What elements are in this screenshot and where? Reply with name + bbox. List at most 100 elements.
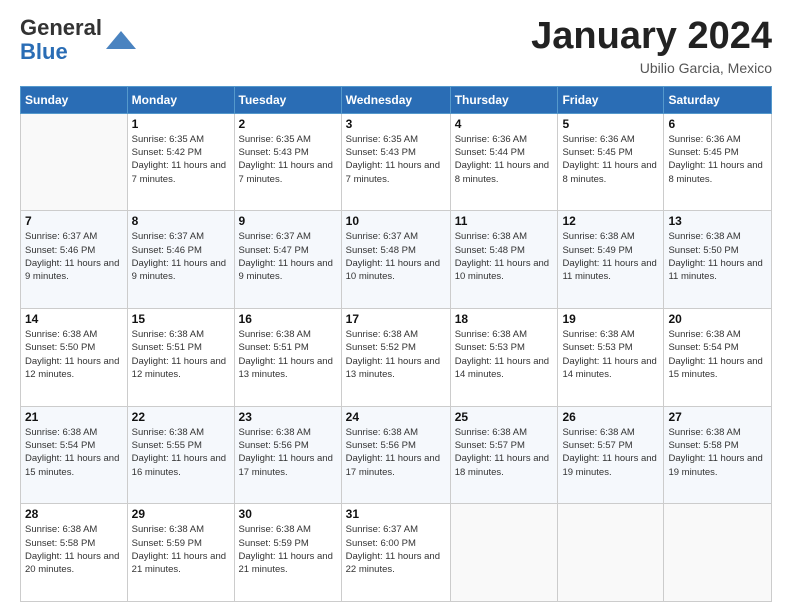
day-number: 4 bbox=[455, 117, 554, 131]
day-info: Sunrise: 6:38 AMSunset: 5:51 PMDaylight:… bbox=[239, 328, 337, 381]
header: General Blue January 2024 Ubilio Garcia,… bbox=[20, 16, 772, 76]
table-row: 27Sunrise: 6:38 AMSunset: 5:58 PMDayligh… bbox=[664, 406, 772, 504]
day-info: Sunrise: 6:35 AMSunset: 5:43 PMDaylight:… bbox=[346, 133, 446, 186]
day-info: Sunrise: 6:38 AMSunset: 5:53 PMDaylight:… bbox=[455, 328, 554, 381]
day-number: 30 bbox=[239, 507, 337, 521]
logo-general: General bbox=[20, 15, 102, 40]
day-info: Sunrise: 6:38 AMSunset: 5:59 PMDaylight:… bbox=[132, 523, 230, 576]
day-info: Sunrise: 6:38 AMSunset: 5:58 PMDaylight:… bbox=[25, 523, 123, 576]
table-row: 24Sunrise: 6:38 AMSunset: 5:56 PMDayligh… bbox=[341, 406, 450, 504]
table-row: 13 Sunrise: 6:38 AMSunset: 5:50 PMDayligh… bbox=[664, 211, 772, 309]
page: General Blue January 2024 Ubilio Garcia,… bbox=[0, 0, 792, 612]
day-number: 6 bbox=[668, 117, 767, 131]
logo: General Blue bbox=[20, 16, 136, 64]
table-row: 4Sunrise: 6:36 AMSunset: 5:44 PMDaylight… bbox=[450, 113, 558, 211]
table-row: 3 Sunrise: 6:35 AMSunset: 5:43 PMDaylight… bbox=[341, 113, 450, 211]
calendar-week-row: 1Sunrise: 6:35 AMSunset: 5:42 PMDaylight… bbox=[21, 113, 772, 211]
table-row: 25 Sunrise: 6:38 AMSunset: 5:57 PMDayligh… bbox=[450, 406, 558, 504]
calendar-week-row: 28 Sunrise: 6:38 AMSunset: 5:58 PMDayligh… bbox=[21, 504, 772, 602]
logo-icon bbox=[106, 31, 136, 49]
table-row: 26 Sunrise: 6:38 AMSunset: 5:57 PMDayligh… bbox=[558, 406, 664, 504]
day-number: 31 bbox=[346, 507, 446, 521]
calendar-week-row: 7Sunrise: 6:37 AMSunset: 5:46 PMDaylight… bbox=[21, 211, 772, 309]
logo-blue: Blue bbox=[20, 39, 68, 64]
table-row: 28 Sunrise: 6:38 AMSunset: 5:58 PMDayligh… bbox=[21, 504, 128, 602]
day-number: 17 bbox=[346, 312, 446, 326]
day-info: Sunrise: 6:38 AMSunset: 5:59 PMDaylight:… bbox=[239, 523, 337, 576]
day-number: 16 bbox=[239, 312, 337, 326]
day-number: 26 bbox=[562, 410, 659, 424]
col-saturday: Saturday bbox=[664, 86, 772, 113]
day-info: Sunrise: 6:38 AMSunset: 5:54 PMDaylight:… bbox=[25, 426, 123, 479]
day-info: Sunrise: 6:38 AMSunset: 5:48 PMDaylight:… bbox=[455, 230, 554, 283]
day-number: 15 bbox=[132, 312, 230, 326]
col-sunday: Sunday bbox=[21, 86, 128, 113]
table-row: 23 Sunrise: 6:38 AMSunset: 5:56 PMDayligh… bbox=[234, 406, 341, 504]
day-info: Sunrise: 6:38 AMSunset: 5:57 PMDaylight:… bbox=[562, 426, 659, 479]
day-number: 5 bbox=[562, 117, 659, 131]
calendar-header-row: Sunday Monday Tuesday Wednesday Thursday… bbox=[21, 86, 772, 113]
day-info: Sunrise: 6:37 AMSunset: 5:47 PMDaylight:… bbox=[239, 230, 337, 283]
table-row: 31 Sunrise: 6:37 AMSunset: 6:00 PMDayligh… bbox=[341, 504, 450, 602]
day-info: Sunrise: 6:38 AMSunset: 5:58 PMDaylight:… bbox=[668, 426, 767, 479]
day-number: 14 bbox=[25, 312, 123, 326]
day-number: 8 bbox=[132, 214, 230, 228]
day-info: Sunrise: 6:38 AMSunset: 5:52 PMDaylight:… bbox=[346, 328, 446, 381]
day-info: Sunrise: 6:35 AMSunset: 5:42 PMDaylight:… bbox=[132, 133, 230, 186]
day-number: 13 bbox=[668, 214, 767, 228]
table-row: 8Sunrise: 6:37 AMSunset: 5:46 PMDaylight… bbox=[127, 211, 234, 309]
day-number: 24 bbox=[346, 410, 446, 424]
table-row: 10Sunrise: 6:37 AMSunset: 5:48 PMDayligh… bbox=[341, 211, 450, 309]
day-number: 10 bbox=[346, 214, 446, 228]
table-row: 21 Sunrise: 6:38 AMSunset: 5:54 PMDayligh… bbox=[21, 406, 128, 504]
col-monday: Monday bbox=[127, 86, 234, 113]
day-info: Sunrise: 6:37 AMSunset: 5:46 PMDaylight:… bbox=[25, 230, 123, 283]
day-number: 21 bbox=[25, 410, 123, 424]
calendar-table: Sunday Monday Tuesday Wednesday Thursday… bbox=[20, 86, 772, 602]
day-number: 18 bbox=[455, 312, 554, 326]
title-area: January 2024 Ubilio Garcia, Mexico bbox=[531, 16, 772, 76]
day-number: 9 bbox=[239, 214, 337, 228]
table-row: 9 Sunrise: 6:37 AMSunset: 5:47 PMDaylight… bbox=[234, 211, 341, 309]
day-info: Sunrise: 6:38 AMSunset: 5:50 PMDaylight:… bbox=[668, 230, 767, 283]
day-info: Sunrise: 6:37 AMSunset: 6:00 PMDaylight:… bbox=[346, 523, 446, 576]
table-row: 14 Sunrise: 6:38 AMSunset: 5:50 PMDayligh… bbox=[21, 309, 128, 407]
month-title: January 2024 bbox=[531, 16, 772, 58]
table-row: 22Sunrise: 6:38 AMSunset: 5:55 PMDayligh… bbox=[127, 406, 234, 504]
day-info: Sunrise: 6:38 AMSunset: 5:56 PMDaylight:… bbox=[239, 426, 337, 479]
table-row: 19 Sunrise: 6:38 AMSunset: 5:53 PMDayligh… bbox=[558, 309, 664, 407]
day-number: 11 bbox=[455, 214, 554, 228]
table-row: 2Sunrise: 6:35 AMSunset: 5:43 PMDaylight… bbox=[234, 113, 341, 211]
day-info: Sunrise: 6:38 AMSunset: 5:54 PMDaylight:… bbox=[668, 328, 767, 381]
day-number: 28 bbox=[25, 507, 123, 521]
day-info: Sunrise: 6:38 AMSunset: 5:49 PMDaylight:… bbox=[562, 230, 659, 283]
day-info: Sunrise: 6:35 AMSunset: 5:43 PMDaylight:… bbox=[239, 133, 337, 186]
col-thursday: Thursday bbox=[450, 86, 558, 113]
day-number: 25 bbox=[455, 410, 554, 424]
table-row: 20Sunrise: 6:38 AMSunset: 5:54 PMDayligh… bbox=[664, 309, 772, 407]
day-info: Sunrise: 6:36 AMSunset: 5:45 PMDaylight:… bbox=[562, 133, 659, 186]
table-row: 6Sunrise: 6:36 AMSunset: 5:45 PMDaylight… bbox=[664, 113, 772, 211]
table-row: 17 Sunrise: 6:38 AMSunset: 5:52 PMDayligh… bbox=[341, 309, 450, 407]
day-info: Sunrise: 6:38 AMSunset: 5:50 PMDaylight:… bbox=[25, 328, 123, 381]
day-info: Sunrise: 6:38 AMSunset: 5:55 PMDaylight:… bbox=[132, 426, 230, 479]
table-row: 18 Sunrise: 6:38 AMSunset: 5:53 PMDayligh… bbox=[450, 309, 558, 407]
col-wednesday: Wednesday bbox=[341, 86, 450, 113]
day-number: 3 bbox=[346, 117, 446, 131]
table-row: 15Sunrise: 6:38 AMSunset: 5:51 PMDayligh… bbox=[127, 309, 234, 407]
logo-text: General Blue bbox=[20, 16, 102, 64]
day-number: 23 bbox=[239, 410, 337, 424]
table-row bbox=[664, 504, 772, 602]
table-row: 7Sunrise: 6:37 AMSunset: 5:46 PMDaylight… bbox=[21, 211, 128, 309]
day-info: Sunrise: 6:38 AMSunset: 5:53 PMDaylight:… bbox=[562, 328, 659, 381]
calendar-week-row: 21 Sunrise: 6:38 AMSunset: 5:54 PMDayligh… bbox=[21, 406, 772, 504]
day-number: 19 bbox=[562, 312, 659, 326]
table-row bbox=[450, 504, 558, 602]
calendar-body: 1Sunrise: 6:35 AMSunset: 5:42 PMDaylight… bbox=[21, 113, 772, 601]
table-row: 5 Sunrise: 6:36 AMSunset: 5:45 PMDaylight… bbox=[558, 113, 664, 211]
table-row bbox=[558, 504, 664, 602]
table-row: 1Sunrise: 6:35 AMSunset: 5:42 PMDaylight… bbox=[127, 113, 234, 211]
day-info: Sunrise: 6:38 AMSunset: 5:57 PMDaylight:… bbox=[455, 426, 554, 479]
table-row: 16 Sunrise: 6:38 AMSunset: 5:51 PMDayligh… bbox=[234, 309, 341, 407]
table-row: 30 Sunrise: 6:38 AMSunset: 5:59 PMDayligh… bbox=[234, 504, 341, 602]
